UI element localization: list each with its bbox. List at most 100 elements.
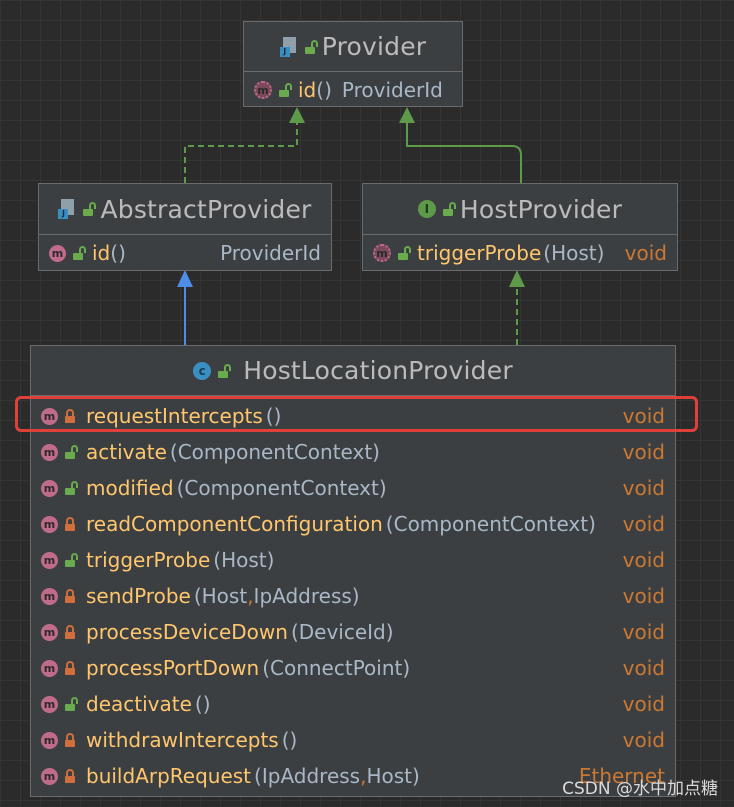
method-name: id bbox=[298, 78, 317, 102]
highlight-box bbox=[15, 396, 698, 432]
method-param: ConnectPoint bbox=[270, 656, 403, 680]
abstract-class-file-icon bbox=[58, 199, 76, 219]
method-parens: ( bbox=[254, 764, 262, 788]
method-parens: ) bbox=[402, 656, 411, 680]
member-row[interactable]: m sendProbe(Host, IpAddress) void bbox=[31, 578, 675, 614]
public-lock-icon bbox=[304, 40, 316, 54]
edge-hostprovider-extends-provider bbox=[406, 118, 522, 183]
method-name: modified bbox=[86, 476, 174, 500]
method-param: ComponentContext bbox=[393, 512, 589, 536]
class-icon: c bbox=[193, 361, 212, 380]
method-name: processDeviceDown bbox=[86, 620, 288, 644]
method-icon: m bbox=[41, 479, 58, 497]
member-row[interactable]: m id () ProviderId bbox=[244, 72, 462, 108]
method-name: deactivate bbox=[86, 692, 192, 716]
arrowhead-hostprovider-provider bbox=[399, 107, 415, 123]
return-type: void bbox=[622, 440, 665, 464]
public-lock-icon bbox=[64, 481, 76, 495]
method-parens: ( bbox=[193, 584, 202, 608]
return-type: void bbox=[622, 584, 665, 608]
member-row[interactable]: m readComponentConfiguration(ComponentCon… bbox=[31, 506, 675, 542]
class-abstract-provider-header: AbstractProvider bbox=[39, 184, 331, 235]
method-parens: ) bbox=[372, 440, 380, 464]
method-parens: () bbox=[110, 241, 126, 265]
member-row[interactable]: m processDeviceDown(DeviceId) void bbox=[31, 614, 675, 650]
class-host-provider[interactable]: I HostProvider m triggerProbe ( Host ) v… bbox=[362, 183, 678, 271]
method-parens: ( bbox=[543, 241, 552, 265]
class-host-provider-name: HostProvider bbox=[459, 194, 623, 224]
arrowhead-abstractprovider-provider bbox=[289, 107, 305, 123]
private-lock-icon bbox=[64, 733, 76, 747]
method-param: IpAddress bbox=[253, 584, 352, 608]
method-parens: ( bbox=[281, 728, 290, 752]
return-type: void bbox=[622, 512, 665, 536]
method-name: withdrawIntercepts bbox=[86, 728, 279, 752]
member-row[interactable]: m id () ProviderId bbox=[39, 235, 331, 271]
member-row[interactable]: m withdrawIntercepts() void bbox=[31, 722, 675, 758]
arrowhead-hostlocationprovider-abstractprovider bbox=[177, 270, 193, 287]
return-type: void bbox=[622, 656, 665, 680]
method-icon: m bbox=[41, 587, 58, 605]
class-abstract-provider-name: AbstractProvider bbox=[100, 194, 312, 224]
return-type: void bbox=[624, 241, 667, 265]
return-type: void bbox=[622, 476, 665, 500]
method-parens: ) bbox=[202, 692, 211, 716]
public-lock-icon bbox=[64, 445, 76, 459]
interface-icon: I bbox=[417, 200, 436, 218]
method-param: Host bbox=[221, 548, 267, 572]
member-row[interactable]: m deactivate() void bbox=[31, 686, 675, 722]
method-icon: m bbox=[41, 551, 58, 569]
return-type: void bbox=[622, 692, 665, 716]
method-parens: ) bbox=[378, 476, 387, 500]
method-name: sendProbe bbox=[86, 584, 191, 608]
member-row[interactable]: m activate(ComponentContext) void bbox=[31, 434, 675, 470]
public-lock-icon bbox=[397, 246, 409, 260]
method-param: Host bbox=[201, 584, 248, 608]
method-name: id bbox=[92, 241, 111, 265]
return-type: void bbox=[622, 728, 665, 752]
class-abstract-provider[interactable]: AbstractProvider m id () ProviderId bbox=[38, 183, 332, 271]
watermark: CSDN @水中加点糖 bbox=[562, 779, 718, 799]
method-param: IpAddress bbox=[261, 764, 361, 788]
method-icon: m bbox=[49, 244, 66, 262]
public-lock-icon bbox=[64, 553, 76, 567]
method-param: Host bbox=[366, 764, 412, 788]
method-name: buildArpRequest bbox=[86, 764, 252, 788]
private-lock-icon bbox=[64, 769, 76, 783]
private-lock-icon bbox=[64, 589, 76, 603]
member-row[interactable]: m triggerProbe(Host) void bbox=[31, 542, 675, 578]
method-parens: ) bbox=[588, 512, 596, 536]
public-lock-icon bbox=[442, 202, 454, 216]
method-parens: ( bbox=[176, 476, 185, 500]
public-lock-icon bbox=[82, 202, 94, 216]
method-icon: m bbox=[41, 695, 58, 713]
method-name: triggerProbe bbox=[417, 241, 542, 265]
public-lock-icon bbox=[64, 697, 76, 711]
private-lock-icon bbox=[64, 625, 76, 639]
return-type: ProviderId bbox=[341, 78, 443, 102]
method-name: readComponentConfiguration bbox=[86, 512, 383, 536]
class-host-location-provider-name: HostLocationProvider bbox=[243, 356, 513, 385]
member-row[interactable]: m processPortDown(ConnectPoint) void bbox=[31, 650, 675, 686]
class-provider-header: Provider bbox=[244, 22, 462, 72]
method-parens: ) bbox=[596, 241, 605, 265]
class-provider[interactable]: Provider m id () ProviderId bbox=[243, 21, 463, 107]
method-icon: m bbox=[41, 731, 58, 749]
return-type: void bbox=[622, 548, 665, 572]
public-lock-icon bbox=[217, 364, 229, 378]
method-parens: ( bbox=[290, 620, 299, 644]
method-parens: ( bbox=[194, 692, 203, 716]
return-type: void bbox=[622, 620, 665, 644]
abstract-method-icon: m bbox=[373, 244, 391, 262]
method-parens: ) bbox=[289, 728, 298, 752]
member-row[interactable]: m modified(ComponentContext) void bbox=[31, 470, 675, 506]
member-row[interactable]: m triggerProbe ( Host ) void bbox=[363, 235, 677, 271]
method-parens: ( bbox=[169, 440, 178, 464]
method-name: processPortDown bbox=[86, 656, 260, 680]
arrowhead-hostlocationprovider-hostprovider bbox=[509, 270, 525, 287]
private-lock-icon bbox=[64, 661, 76, 675]
method-name: triggerProbe bbox=[86, 548, 211, 572]
abstract-method-icon: m bbox=[254, 81, 272, 99]
public-lock-icon bbox=[72, 246, 84, 260]
method-name: activate bbox=[86, 440, 167, 464]
